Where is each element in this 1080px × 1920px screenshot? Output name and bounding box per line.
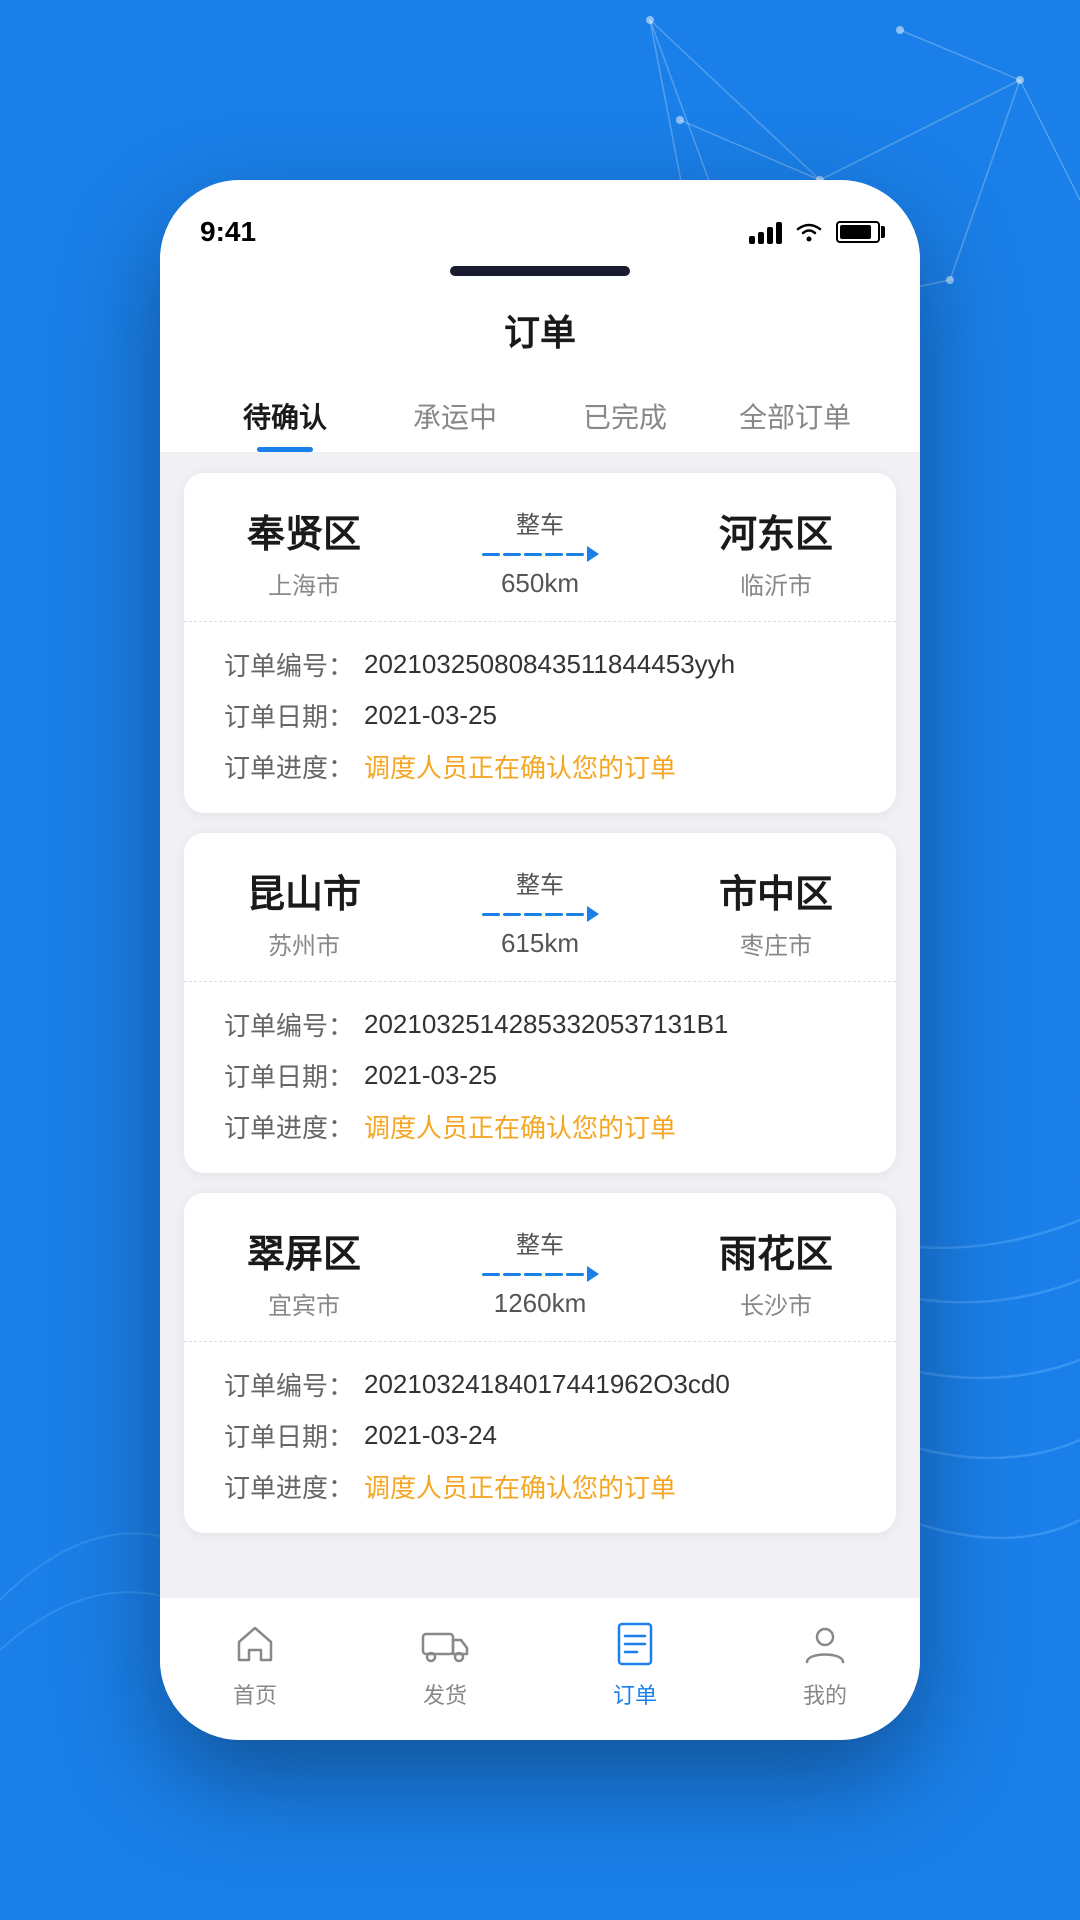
order-progress-row-3: 订单进度： 调度人员正在确认您的订单 xyxy=(224,1468,856,1505)
shipping-icon xyxy=(419,1618,471,1670)
nav-home[interactable]: 首页 xyxy=(160,1618,350,1710)
signal-icon xyxy=(749,220,782,244)
from-endpoint-1: 奉贤区 上海市 xyxy=(224,503,384,601)
route-arrow-1 xyxy=(482,546,599,562)
order-details-2: 订单编号： 20210325142853320537131B1 订单日期： 20… xyxy=(184,982,896,1173)
tab-completed[interactable]: 已完成 xyxy=(540,376,710,452)
content-area: 奉贤区 上海市 整车 650km 河东区 xyxy=(160,453,920,1597)
to-endpoint-2: 市中区 枣庄市 xyxy=(696,863,856,961)
route-arrow-2 xyxy=(482,906,599,922)
route-distance-3: 1260km xyxy=(494,1288,587,1319)
orders-icon xyxy=(609,1618,661,1670)
order-date-row-1: 订单日期： 2021-03-25 xyxy=(224,697,856,734)
status-bar-area: 9:41 xyxy=(160,180,920,288)
order-date-value-1: 2021-03-25 xyxy=(364,700,497,731)
to-city-2: 市中区 xyxy=(696,863,856,918)
battery-icon xyxy=(836,221,880,243)
order-no-value-3: 20210324184017441962O3cd0 xyxy=(364,1369,730,1400)
from-city-3: 翠屏区 xyxy=(224,1223,384,1278)
nav-shipping[interactable]: 发货 xyxy=(350,1618,540,1710)
tab-navigation: 待确认 承运中 已完成 全部订单 xyxy=(160,376,920,453)
to-endpoint-3: 雨花区 长沙市 xyxy=(696,1223,856,1321)
from-endpoint-3: 翠屏区 宜宾市 xyxy=(224,1223,384,1321)
order-progress-value-1: 调度人员正在确认您的订单 xyxy=(364,748,676,785)
order-no-row-2: 订单编号： 20210325142853320537131B1 xyxy=(224,1006,856,1043)
from-endpoint-2: 昆山市 苏州市 xyxy=(224,863,384,961)
phone-shell: 9:41 xyxy=(160,180,920,1740)
to-endpoint-1: 河东区 临沂市 xyxy=(696,503,856,601)
route-section-2: 昆山市 苏州市 整车 615km 市中区 xyxy=(184,833,896,982)
route-type-1: 整车 xyxy=(516,505,564,540)
notch-pill xyxy=(450,266,630,276)
from-province-1: 上海市 xyxy=(224,566,384,601)
route-type-3: 整车 xyxy=(516,1225,564,1260)
nav-shipping-label: 发货 xyxy=(423,1678,467,1710)
order-no-row-3: 订单编号： 20210324184017441962O3cd0 xyxy=(224,1366,856,1403)
order-no-row-1: 订单编号： 20210325080843511844453yyh xyxy=(224,646,856,683)
order-details-1: 订单编号： 20210325080843511844453yyh 订单日期： 2… xyxy=(184,622,896,813)
notch-area xyxy=(200,260,880,288)
bottom-navigation: 首页 发货 订单 xyxy=(160,1597,920,1740)
route-type-2: 整车 xyxy=(516,865,564,900)
to-city-1: 河东区 xyxy=(696,503,856,558)
route-section-3: 翠屏区 宜宾市 整车 1260km 雨花区 xyxy=(184,1193,896,1342)
from-city-1: 奉贤区 xyxy=(224,503,384,558)
order-date-value-3: 2021-03-24 xyxy=(364,1420,497,1451)
order-no-value-2: 20210325142853320537131B1 xyxy=(364,1009,728,1040)
order-date-row-2: 订单日期： 2021-03-25 xyxy=(224,1057,856,1094)
order-card-1[interactable]: 奉贤区 上海市 整车 650km 河东区 xyxy=(184,473,896,813)
to-province-3: 长沙市 xyxy=(696,1286,856,1321)
profile-icon xyxy=(799,1618,851,1670)
page-title-bar: 订单 xyxy=(160,288,920,376)
order-card-3[interactable]: 翠屏区 宜宾市 整车 1260km 雨花区 xyxy=(184,1193,896,1533)
tab-all[interactable]: 全部订单 xyxy=(710,376,880,452)
route-distance-1: 650km xyxy=(501,568,579,599)
wifi-icon xyxy=(794,220,824,244)
order-details-3: 订单编号： 20210324184017441962O3cd0 订单日期： 20… xyxy=(184,1342,896,1533)
route-section-1: 奉贤区 上海市 整车 650km 河东区 xyxy=(184,473,896,622)
order-progress-row-2: 订单进度： 调度人员正在确认您的订单 xyxy=(224,1108,856,1145)
order-no-value-1: 20210325080843511844453yyh xyxy=(364,649,735,680)
from-province-3: 宜宾市 xyxy=(224,1286,384,1321)
route-middle-1: 整车 650km xyxy=(384,505,696,599)
tab-in-transit[interactable]: 承运中 xyxy=(370,376,540,452)
status-icons xyxy=(749,220,880,244)
order-date-row-3: 订单日期： 2021-03-24 xyxy=(224,1417,856,1454)
home-icon xyxy=(229,1618,281,1670)
page-title: 订单 xyxy=(504,312,576,353)
from-province-2: 苏州市 xyxy=(224,926,384,961)
nav-profile[interactable]: 我的 xyxy=(730,1618,920,1710)
route-arrow-3 xyxy=(482,1266,599,1282)
nav-home-label: 首页 xyxy=(233,1678,277,1710)
route-distance-2: 615km xyxy=(501,928,579,959)
route-middle-2: 整车 615km xyxy=(384,865,696,959)
order-progress-value-3: 调度人员正在确认您的订单 xyxy=(364,1468,676,1505)
nav-orders-label: 订单 xyxy=(613,1678,657,1710)
nav-orders[interactable]: 订单 xyxy=(540,1618,730,1710)
to-city-3: 雨花区 xyxy=(696,1223,856,1278)
order-progress-row-1: 订单进度： 调度人员正在确认您的订单 xyxy=(224,748,856,785)
route-middle-3: 整车 1260km xyxy=(384,1225,696,1319)
from-city-2: 昆山市 xyxy=(224,863,384,918)
order-date-value-2: 2021-03-25 xyxy=(364,1060,497,1091)
status-time: 9:41 xyxy=(200,216,256,248)
to-province-2: 枣庄市 xyxy=(696,926,856,961)
nav-profile-label: 我的 xyxy=(803,1678,847,1710)
order-progress-value-2: 调度人员正在确认您的订单 xyxy=(364,1108,676,1145)
to-province-1: 临沂市 xyxy=(696,566,856,601)
order-card-2[interactable]: 昆山市 苏州市 整车 615km 市中区 xyxy=(184,833,896,1173)
tab-pending[interactable]: 待确认 xyxy=(200,376,370,452)
